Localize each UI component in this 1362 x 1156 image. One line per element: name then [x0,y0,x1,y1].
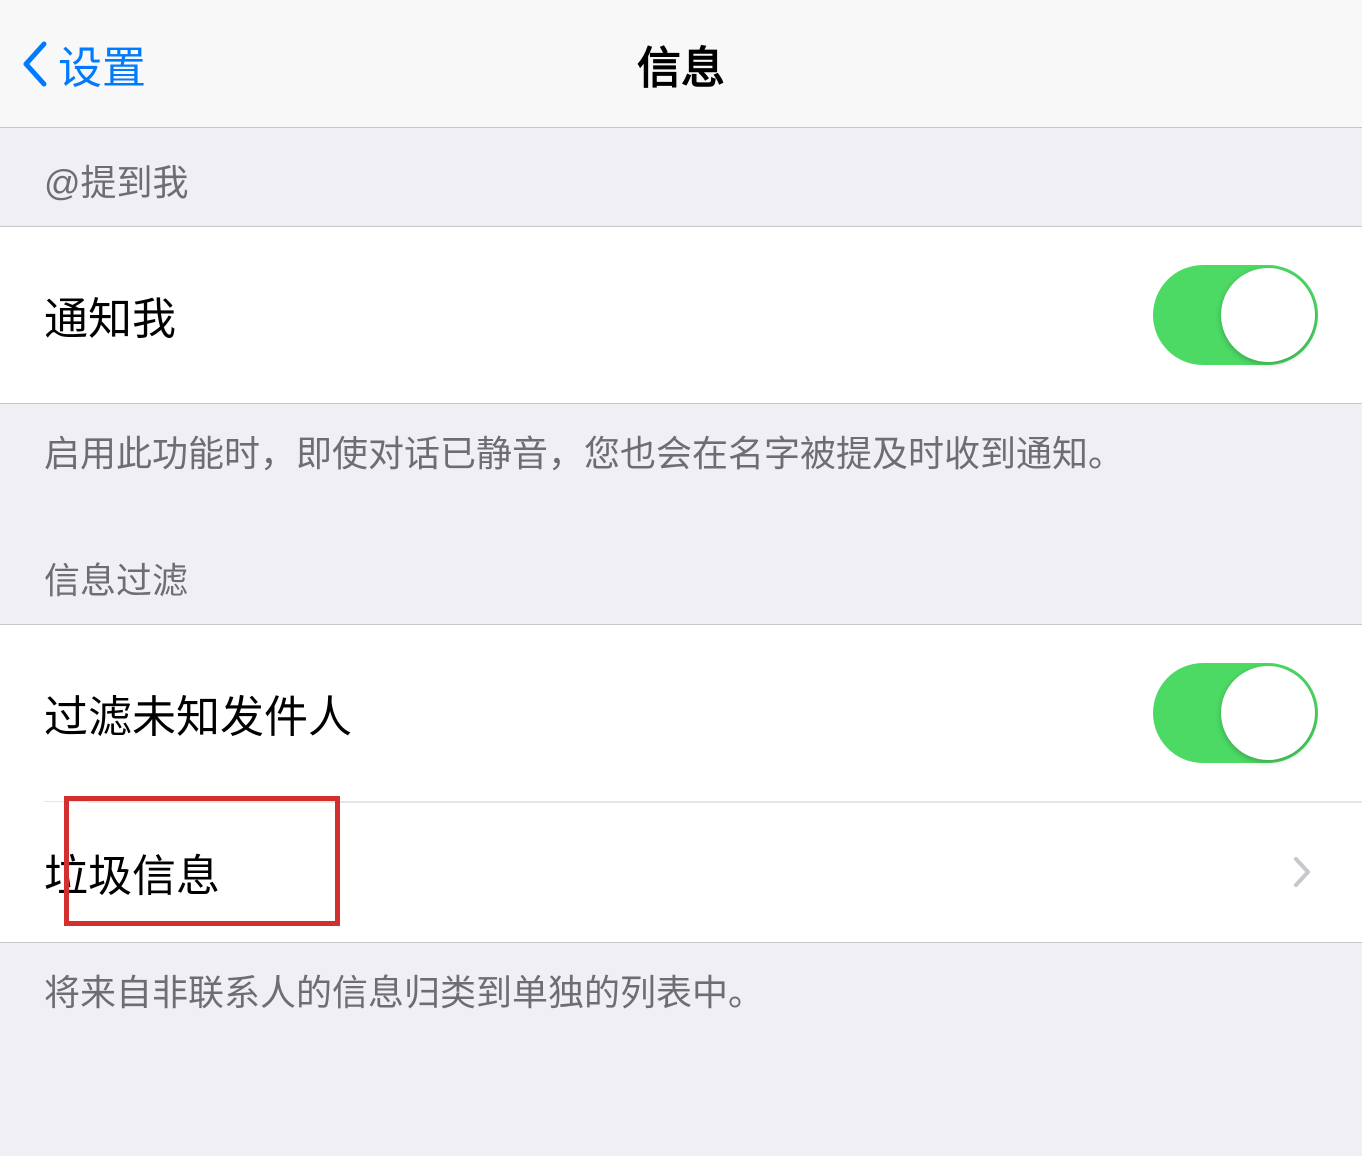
group-mentions: 通知我 [0,226,1362,404]
junk-label: 垃圾信息 [44,840,220,904]
cell-filter-unknown: 过滤未知发件人 [0,625,1362,801]
section-header-filter: 信息过滤 [0,526,1362,624]
cell-notify-me: 通知我 [0,227,1362,403]
chevron-right-icon [1292,855,1312,889]
navbar: 设置 信息 [0,0,1362,128]
chevron-left-icon [20,40,50,88]
section-footer-filter: 将来自非联系人的信息归类到单独的列表中。 [0,943,1362,1065]
back-button[interactable]: 设置 [20,32,146,96]
section-header-mentions: @提到我 [0,128,1362,226]
back-label: 设置 [58,32,146,96]
filter-unknown-toggle[interactable] [1153,663,1318,763]
notify-me-toggle[interactable] [1153,265,1318,365]
filter-unknown-label: 过滤未知发件人 [44,681,352,745]
page-title: 信息 [637,32,725,96]
notify-me-label: 通知我 [44,283,176,347]
section-footer-mentions: 启用此功能时，即使对话已静音，您也会在名字被提及时收到通知。 [0,404,1362,526]
group-filter: 过滤未知发件人 垃圾信息 [0,624,1362,943]
cell-junk[interactable]: 垃圾信息 [44,801,1362,942]
